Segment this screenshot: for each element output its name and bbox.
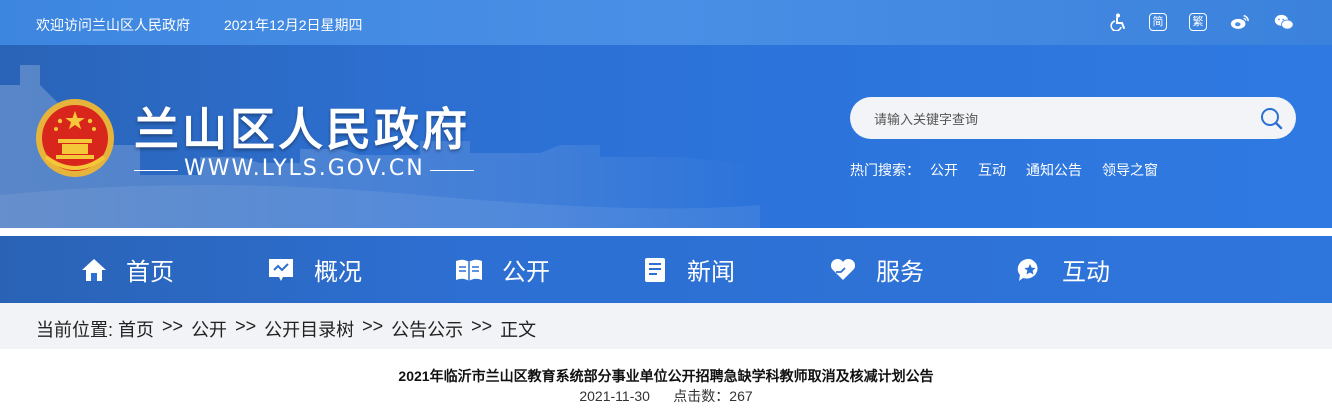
welcome-text: 欢迎访问兰山区人民政府 xyxy=(36,17,190,33)
search-icon xyxy=(1261,108,1283,130)
breadcrumb-item-directory[interactable]: 公开目录树 xyxy=(264,316,354,342)
simplified-chinese-button[interactable]: 简 xyxy=(1148,12,1168,32)
header-banner: 兰山区人民政府 WWW.LYLS.GOV.CN 热门搜索： 公开 互动 通知公告… xyxy=(0,45,1332,228)
hot-keyword[interactable]: 互动 xyxy=(978,160,1006,180)
url-divider-left xyxy=(134,170,178,171)
hot-keyword[interactable]: 通知公告 xyxy=(1026,160,1082,180)
weibo-icon[interactable] xyxy=(1230,12,1250,32)
hot-search: 热门搜索： 公开 互动 通知公告 领导之窗 xyxy=(850,160,1178,180)
nav-item-service[interactable]: 服务 xyxy=(828,236,924,303)
accessibility-icon[interactable] xyxy=(1109,12,1129,32)
heart-hand-icon xyxy=(830,258,856,280)
home-icon xyxy=(82,258,106,281)
nav-item-label: 公开 xyxy=(502,258,550,286)
simplified-label: 简 xyxy=(1149,13,1167,31)
search-input[interactable] xyxy=(872,107,1236,131)
breadcrumb-bar: 当前位置: 首页 >> 公开 >> 公开目录树 >> 公告公示 >> 正文 xyxy=(0,303,1332,349)
wechat-icon[interactable] xyxy=(1274,12,1294,32)
breadcrumb: 当前位置: 首页 >> 公开 >> 公开目录树 >> 公告公示 >> 正文 xyxy=(36,316,536,342)
main-nav: 首页 概况 公开 新闻 服务 互动 xyxy=(0,236,1332,303)
nav-item-overview[interactable]: 概况 xyxy=(266,236,362,303)
news-icon xyxy=(645,257,665,282)
site-url: WWW.LYLS.GOV.CN xyxy=(184,156,425,181)
nav-item-label: 概况 xyxy=(314,258,362,286)
nav-item-interaction[interactable]: 互动 xyxy=(1016,236,1110,303)
breadcrumb-item-current[interactable]: 正文 xyxy=(500,316,536,342)
nav-item-open[interactable]: 公开 xyxy=(454,236,550,303)
breadcrumb-item-home[interactable]: 首页 xyxy=(118,316,154,342)
hot-keyword[interactable]: 公开 xyxy=(930,160,958,180)
breadcrumb-prefix: 当前位置: xyxy=(36,320,114,340)
breadcrumb-separator: >> xyxy=(162,316,184,336)
hot-search-label: 热门搜索： xyxy=(850,162,920,178)
url-divider-right xyxy=(430,170,474,171)
breadcrumb-separator: >> xyxy=(362,316,384,336)
traditional-label: 繁 xyxy=(1189,13,1207,31)
article-date: 2021-11-30 xyxy=(579,388,650,404)
top-bar: 欢迎访问兰山区人民政府 2021年12月2日星期四 简 繁 xyxy=(0,0,1332,45)
site-title: 兰山区人民政府 xyxy=(134,103,471,156)
nav-item-label: 新闻 xyxy=(687,258,735,286)
search-button[interactable] xyxy=(1256,104,1286,132)
breadcrumb-item-open[interactable]: 公开 xyxy=(191,316,227,342)
nav-item-news[interactable]: 新闻 xyxy=(641,236,735,303)
header-divider xyxy=(0,228,1332,236)
nav-item-label: 首页 xyxy=(126,258,174,286)
breadcrumb-separator: >> xyxy=(235,316,257,336)
overview-icon xyxy=(269,258,293,281)
article-title: 2021年临沂市兰山区教育系统部分事业单位公开招聘急缺学科教师取消及核减计划公告 xyxy=(398,368,934,384)
chat-star-icon xyxy=(1017,258,1038,281)
current-date: 2021年12月2日星期四 xyxy=(224,17,363,33)
hot-keyword[interactable]: 领导之窗 xyxy=(1102,160,1158,180)
hits-label: 点击数： xyxy=(673,388,730,404)
traditional-chinese-button[interactable]: 繁 xyxy=(1188,12,1208,32)
breadcrumb-item-announcements[interactable]: 公告公示 xyxy=(391,316,463,342)
hits-count: 267 xyxy=(729,388,753,404)
nav-item-home[interactable]: 首页 xyxy=(80,236,174,303)
search-box xyxy=(850,97,1296,139)
nav-item-label: 互动 xyxy=(1062,258,1110,286)
nav-item-label: 服务 xyxy=(876,258,924,286)
national-emblem-logo xyxy=(36,99,114,177)
open-book-icon xyxy=(456,259,482,281)
breadcrumb-separator: >> xyxy=(471,316,493,336)
article-meta: 2021-11-30 点击数：267 xyxy=(0,386,1332,406)
